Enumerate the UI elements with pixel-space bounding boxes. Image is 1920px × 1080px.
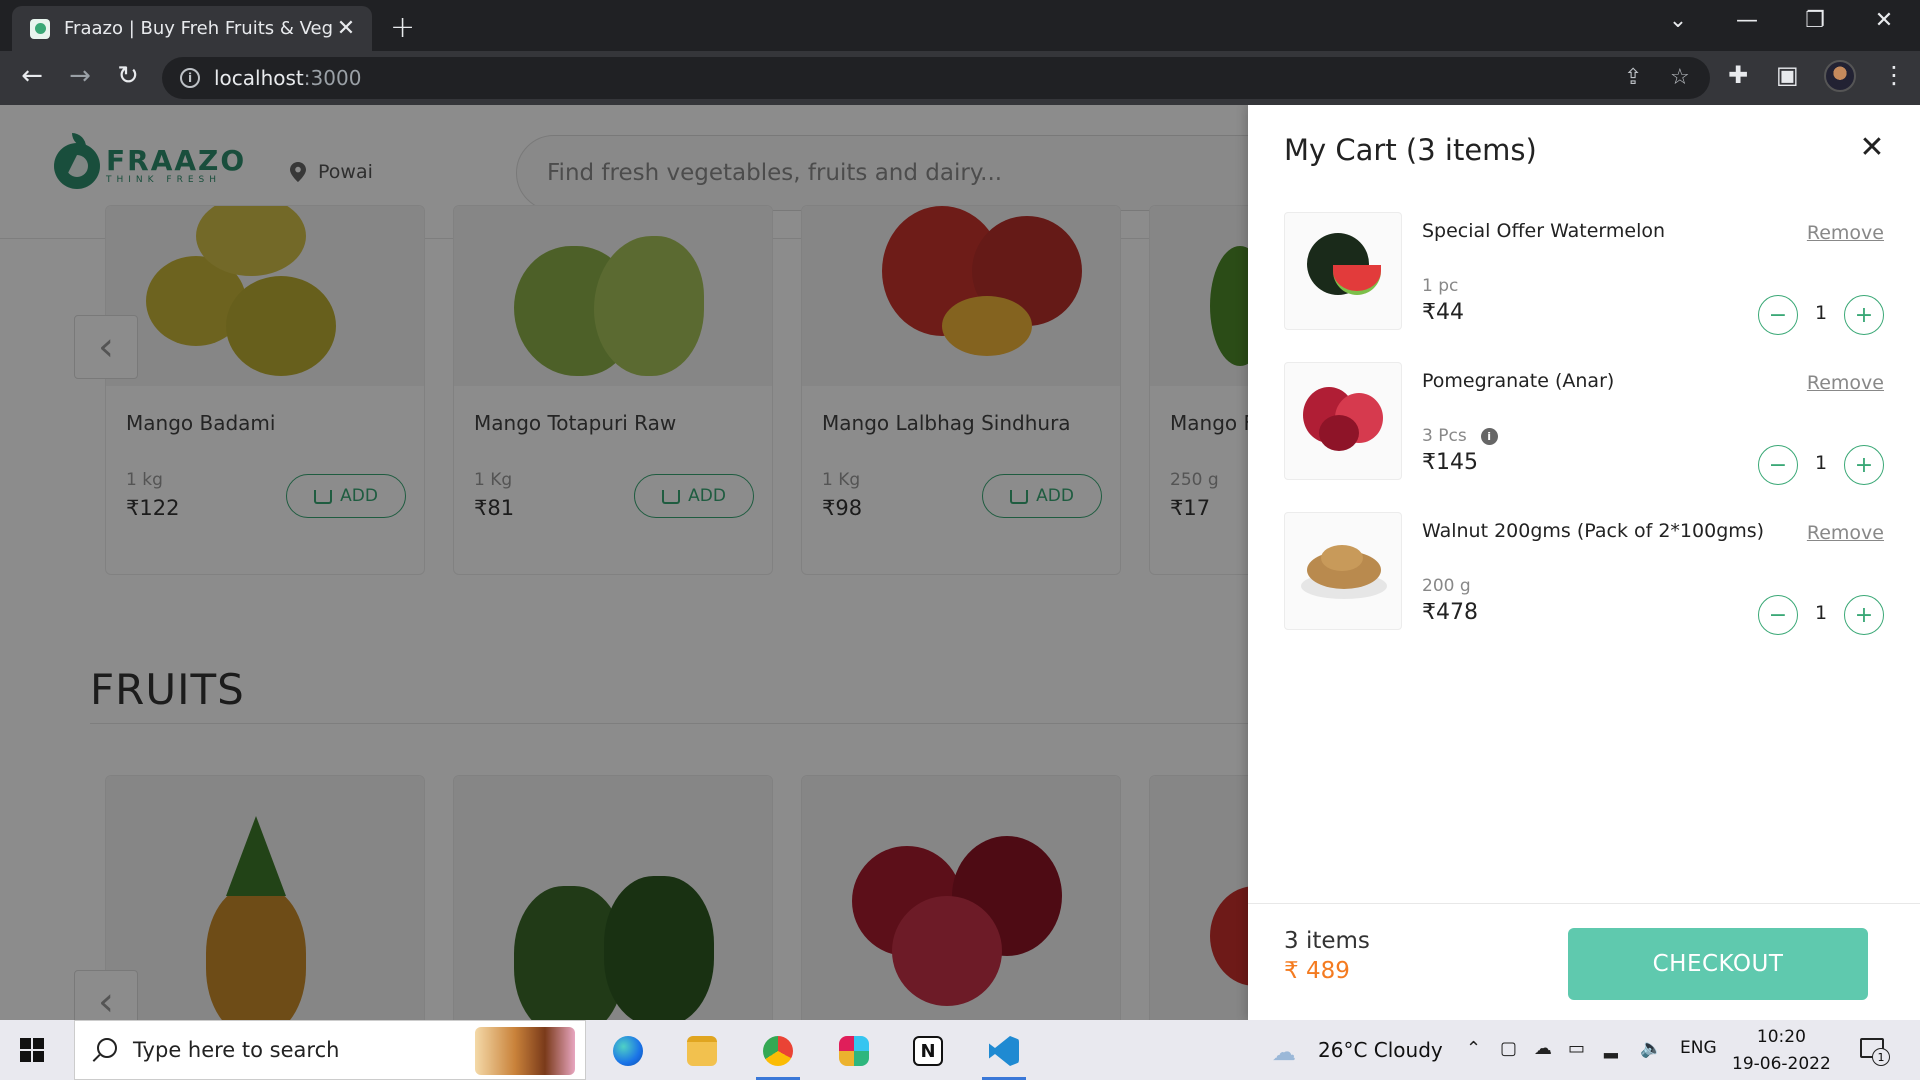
tab-search-chevron-icon[interactable]: ⌄	[1658, 8, 1698, 33]
cart-footer: 3 items ₹ 489 CHECKOUT	[1248, 903, 1920, 1020]
walnut-thumbnail	[1284, 512, 1402, 630]
address-bar[interactable]: i localhost:3000 ⇪ ☆	[162, 57, 1710, 99]
notion-app-icon[interactable]: N	[900, 1028, 956, 1074]
cart-total: ₹ 489	[1284, 958, 1350, 984]
cart-item-qty: 1 pc	[1422, 276, 1459, 296]
taskbar-search-input[interactable]: Type here to search	[74, 1020, 586, 1080]
meet-now-icon[interactable]: ▢	[1500, 1038, 1517, 1059]
clock-date: 19-06-2022	[1732, 1054, 1831, 1074]
minimize-button[interactable]: —	[1727, 8, 1767, 33]
network-signal-icon[interactable]: ▂	[1604, 1038, 1618, 1059]
url-port: :3000	[303, 66, 362, 90]
increase-quantity-button[interactable]: +	[1844, 445, 1884, 485]
cart-title: My Cart (3 items)	[1284, 133, 1537, 167]
new-tab-button[interactable]: +	[390, 10, 415, 45]
remove-item-link[interactable]: Remove	[1807, 372, 1884, 394]
taskbar-search-placeholder: Type here to search	[133, 1038, 340, 1062]
webpage: FRAAZO THINK FRESH Powai Find fresh vege…	[0, 105, 1920, 1020]
cart-item-qty-text: 3 Pcs	[1422, 426, 1467, 446]
site-favicon-icon	[30, 18, 50, 39]
cart-item-name: Pomegranate (Anar)	[1422, 370, 1615, 392]
watermelon-thumbnail	[1284, 212, 1402, 330]
decrease-quantity-button[interactable]: −	[1758, 445, 1798, 485]
cart-item: Walnut 200gms (Pack of 2*100gms) Remove …	[1284, 512, 1884, 635]
extensions-puzzle-icon[interactable]: ✚	[1728, 61, 1748, 89]
cart-drawer: My Cart (3 items) ✕ Special Offer Waterm…	[1248, 105, 1920, 1020]
forward-arrow-icon[interactable]: →	[62, 61, 98, 91]
file-explorer-icon[interactable]	[674, 1028, 730, 1074]
quantity-value: 1	[1814, 602, 1828, 624]
slack-app-icon[interactable]	[826, 1028, 882, 1074]
cart-item-price: ₹44	[1422, 300, 1464, 325]
cart-item-qty: 3 Pcs i	[1422, 426, 1498, 446]
cart-item-qty: 200 g	[1422, 576, 1471, 596]
quantity-value: 1	[1814, 452, 1828, 474]
search-icon	[97, 1038, 117, 1058]
remove-item-link[interactable]: Remove	[1807, 222, 1884, 244]
chrome-app-icon[interactable]	[750, 1028, 806, 1080]
cart-item-name: Walnut 200gms (Pack of 2*100gms)	[1422, 520, 1765, 542]
decrease-quantity-button[interactable]: −	[1758, 295, 1798, 335]
browser-tab[interactable]: Fraazo | Buy Freh Fruits & Vegitab ✕	[12, 6, 372, 51]
cart-item-price: ₹145	[1422, 450, 1478, 475]
quantity-stepper: − 1 +	[1758, 295, 1884, 335]
windows-start-icon[interactable]	[20, 1038, 44, 1062]
profile-avatar[interactable]	[1824, 60, 1856, 92]
input-language[interactable]: ENG	[1680, 1038, 1717, 1058]
browser-tab-bar: Fraazo | Buy Freh Fruits & Vegitab ✕ + ⌄…	[0, 0, 1920, 51]
pomegranate-thumbnail	[1284, 362, 1402, 480]
site-info-icon[interactable]: i	[180, 68, 200, 88]
cart-item: Special Offer Watermelon Remove 1 pc ₹44…	[1284, 212, 1884, 335]
battery-icon[interactable]: ▭	[1568, 1038, 1585, 1059]
quantity-stepper: − 1 +	[1758, 595, 1884, 635]
reload-icon[interactable]: ↻	[110, 61, 146, 91]
windows-taskbar: Type here to search N ☁ 26°C Cloudy ⌃ ▢ …	[0, 1020, 1920, 1080]
weather-cloud-icon: ☁	[1272, 1038, 1296, 1066]
window-close-button[interactable]: ✕	[1864, 8, 1904, 33]
remove-item-link[interactable]: Remove	[1807, 522, 1884, 544]
volume-speaker-icon[interactable]: 🔈	[1640, 1038, 1662, 1059]
close-cart-icon[interactable]: ✕	[1852, 127, 1892, 167]
checkout-button[interactable]: CHECKOUT	[1568, 928, 1868, 1000]
cart-item-count: 3 items	[1284, 928, 1370, 954]
side-panel-icon[interactable]: ▣	[1776, 61, 1799, 89]
share-icon[interactable]: ⇪	[1624, 65, 1642, 90]
notification-badge: 1	[1872, 1048, 1890, 1066]
decrease-quantity-button[interactable]: −	[1758, 595, 1798, 635]
url-host: localhost	[214, 66, 304, 90]
cart-item-price: ₹478	[1422, 600, 1478, 625]
weather-text[interactable]: 26°C Cloudy	[1318, 1038, 1443, 1062]
quantity-stepper: − 1 +	[1758, 445, 1884, 485]
clock-time: 10:20	[1756, 1027, 1806, 1047]
browser-toolbar: ← → ↻ i localhost:3000 ⇪ ☆ ✚ ▣ ⋮	[0, 51, 1920, 105]
tab-close-icon[interactable]: ✕	[334, 16, 358, 41]
restore-button[interactable]: ❐	[1795, 8, 1835, 33]
edge-app-icon[interactable]	[600, 1028, 656, 1074]
search-highlight-illustration	[475, 1027, 575, 1075]
quantity-value: 1	[1814, 302, 1828, 324]
increase-quantity-button[interactable]: +	[1844, 295, 1884, 335]
system-clock[interactable]: 10:20 19-06-2022	[1732, 1024, 1831, 1078]
onedrive-cloud-icon[interactable]: ☁	[1534, 1038, 1552, 1059]
info-icon[interactable]: i	[1480, 427, 1498, 445]
notification-center-icon[interactable]: 1	[1860, 1036, 1890, 1066]
browser-menu-icon[interactable]: ⋮	[1882, 61, 1906, 89]
increase-quantity-button[interactable]: +	[1844, 595, 1884, 635]
back-arrow-icon[interactable]: ←	[14, 61, 50, 91]
tab-title: Fraazo | Buy Freh Fruits & Vegitab	[64, 18, 334, 39]
cart-item-name: Special Offer Watermelon	[1422, 220, 1666, 242]
bookmark-star-icon[interactable]: ☆	[1670, 65, 1690, 90]
show-hidden-icons-chevron-icon[interactable]: ⌃	[1466, 1038, 1481, 1059]
vscode-app-icon[interactable]	[976, 1028, 1032, 1080]
cart-item: Pomegranate (Anar) Remove 3 Pcs i ₹145 − …	[1284, 362, 1884, 485]
